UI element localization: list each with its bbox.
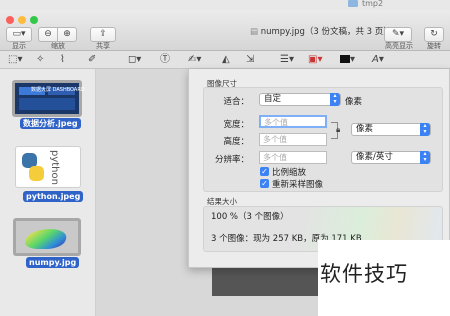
close-window-button[interactable] (6, 16, 14, 24)
sketch-icon[interactable]: ⌇ (60, 54, 65, 65)
adjust-color-icon[interactable]: ◭ (222, 54, 230, 65)
draw-icon[interactable]: ✐ (88, 54, 96, 65)
zoom-in-icon: ⊕ (63, 29, 71, 39)
resolution-label: 分辨率： (214, 155, 249, 165)
thumbnail-2-text: python (49, 150, 60, 185)
thumbnail-3-label: numpy.jpg (26, 257, 80, 268)
result-percent: 100 %（3 个图像） (211, 212, 289, 222)
zoom-out-button[interactable]: ⊖ (38, 27, 58, 42)
resample-checkbox[interactable]: ✓ (260, 179, 269, 188)
window-title-text: numpy.jpg（3 份文稿，共 3 页） (260, 27, 392, 37)
popup-arrows-icon: ▴ ▾ (420, 151, 430, 164)
share-label: 共享 (96, 42, 110, 50)
unit-value: 像素 (356, 124, 374, 134)
thumbnail-1[interactable]: 数据大屏 DASHBOARD (12, 80, 85, 117)
sidebar-icon: ▭▾ (12, 29, 26, 39)
share-button[interactable]: ⇪ (90, 27, 116, 42)
share-icon: ⇪ (99, 29, 107, 39)
markup-toolbar: ⬚▾ ✧ ⌇ ✐ ◻▾ Ⓣ ✍▾ ◭ ⇲ ☰▾ ▣▾ ▾ A▾ (0, 51, 450, 69)
text-icon[interactable]: Ⓣ (160, 54, 170, 65)
zoom-window-button[interactable] (30, 16, 38, 24)
zoom-in-button[interactable]: ⊕ (57, 27, 77, 42)
fit-label: 适合： (223, 97, 249, 107)
zoom-label: 缩放 (51, 42, 65, 50)
resample-label: 重新采样图像 (272, 180, 324, 190)
popup-arrows-icon: ▴ ▾ (330, 93, 340, 106)
resolution-unit-value: 像素/英寸 (356, 152, 393, 162)
fit-popup[interactable]: 自定 ▴ ▾ (259, 93, 341, 106)
scale-proportionally-label: 比例缩放 (272, 168, 307, 178)
scale-proportionally-checkbox[interactable]: ✓ (260, 167, 269, 176)
lock-icon[interactable]: 🔒︎ (336, 125, 340, 135)
border-color-icon[interactable]: ▣▾ (308, 54, 322, 65)
rotate-button[interactable]: ↻ (424, 27, 444, 42)
highlighter-icon: ✎▾ (391, 29, 405, 39)
numpy-thumbnail-image (16, 221, 78, 253)
highlight-button[interactable]: ✎▾ (384, 27, 412, 42)
rotate-label: 旋转 (427, 42, 441, 50)
adjust-size-icon[interactable]: ⇲ (246, 54, 254, 65)
sign-icon[interactable]: ✍▾ (188, 54, 201, 65)
image-preview (212, 268, 318, 296)
width-label: 宽度： (223, 120, 249, 130)
shapes-icon[interactable]: ◻▾ (128, 54, 141, 65)
popup-arrows-icon: ▴ ▾ (420, 123, 430, 136)
fit-value: 自定 (264, 94, 282, 104)
thumbnail-1-label: 数据分析.jpeg (20, 118, 81, 129)
thumbnail-sidebar: 数据大屏 DASHBOARD 数据分析.jpeg python python.j… (0, 69, 96, 316)
zoom-out-icon: ⊖ (44, 29, 52, 39)
thumbnail-2-label: python.jpeg (23, 191, 84, 202)
display-button[interactable]: ▭▾ (6, 27, 32, 42)
display-label: 显示 (12, 42, 26, 50)
fit-unit-label: 像素 (345, 97, 363, 107)
watermark-text: 软件技巧 (320, 262, 408, 286)
height-field[interactable]: 多个值 (259, 133, 327, 146)
highlight-label: 高亮显示 (385, 42, 413, 50)
height-label: 高度： (223, 137, 249, 147)
resolution-unit-popup[interactable]: 像素/英寸 ▴ ▾ (351, 151, 431, 164)
thumbnail-3[interactable] (13, 218, 81, 256)
background-window-title: tmp2 (362, 0, 384, 8)
instant-alpha-icon[interactable]: ✧ (36, 54, 44, 65)
folder-icon (348, 0, 358, 7)
python-logo-icon (22, 153, 44, 181)
document-icon: ▤ (250, 27, 259, 37)
dashboard-thumbnail-image: 数据大屏 DASHBOARD (15, 83, 85, 114)
resolution-field[interactable]: 多个值 (259, 151, 327, 164)
window-toolbar: ▭▾ 显示 ⊖ ⊕ 缩放 ⇪ 共享 ▤ numpy.jpg（3 份文稿，共 3 … (0, 10, 450, 51)
minimize-window-button[interactable] (18, 16, 26, 24)
line-style-icon[interactable]: ☰▾ (280, 54, 294, 65)
thumbnail-1-text: 数据大屏 DASHBOARD (31, 87, 85, 93)
rotate-icon: ↻ (430, 29, 438, 39)
thumbnail-2[interactable]: python (15, 146, 81, 188)
adjust-size-sheet: 图像尺寸 适合： 自定 ▴ ▾ 像素 宽度： 多个值 高度： 多个值 🔒︎ 像素 … (188, 69, 450, 268)
width-field[interactable]: 多个值 (259, 115, 327, 128)
text-style-icon[interactable]: A▾ (372, 54, 384, 65)
rect-selection-icon[interactable]: ⬚▾ (8, 54, 22, 65)
window-title: ▤ numpy.jpg（3 份文稿，共 3 页） (250, 25, 392, 37)
unit-popup[interactable]: 像素 ▴ ▾ (351, 123, 431, 136)
fill-color-icon[interactable]: ▾ (340, 54, 355, 65)
